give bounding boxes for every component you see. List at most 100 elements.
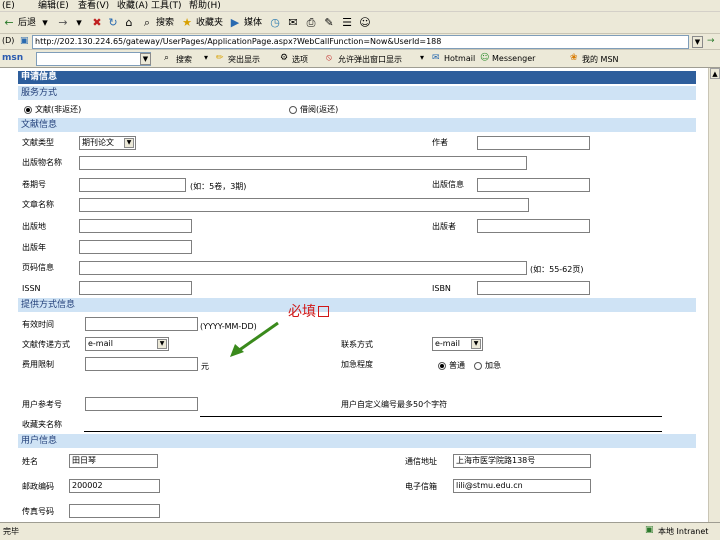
- fax-label: 传真号码: [22, 507, 54, 516]
- urgency-normal-radio[interactable]: [438, 362, 446, 370]
- ref-input[interactable]: [85, 397, 198, 411]
- name-input[interactable]: 田日琴: [69, 454, 158, 468]
- required-annotation: 必填: [288, 304, 316, 320]
- fav-input-underline[interactable]: [84, 431, 662, 432]
- back-label[interactable]: 后退: [18, 16, 36, 30]
- scroll-up-icon[interactable]: ▲: [710, 68, 720, 79]
- address-field-input[interactable]: 上海市医学院路138号: [453, 454, 591, 468]
- editor-input[interactable]: [79, 219, 192, 233]
- search-button[interactable]: 搜索: [156, 16, 174, 30]
- options-icon: ⚙: [280, 53, 289, 63]
- forward-dropdown-icon[interactable]: ▾: [72, 16, 86, 30]
- author-input[interactable]: [477, 136, 590, 150]
- volume-label: 卷期号: [22, 180, 46, 189]
- menu-view[interactable]: 查看(V): [78, 0, 109, 12]
- my-msn-icon: ❀: [570, 53, 578, 63]
- doc-type-select[interactable]: 期刊论文 ▼: [79, 136, 136, 150]
- contact-dropdown-icon[interactable]: ▼: [471, 339, 481, 349]
- status-text: 完毕: [3, 527, 19, 536]
- favorites-icon[interactable]: ★: [180, 16, 194, 30]
- print-icon[interactable]: ⎙: [304, 16, 318, 30]
- contact-value: e-mail: [435, 339, 460, 348]
- pub-info-label: 出版信息: [432, 180, 464, 189]
- stop-icon[interactable]: ✖: [90, 16, 104, 30]
- mail-icon[interactable]: ✉: [286, 16, 300, 30]
- popup-blocker-icon: ⦸: [326, 53, 332, 63]
- hotmail-icon: ✉: [432, 53, 440, 63]
- msn-search-dropdown-arrow-icon[interactable]: ▾: [204, 53, 208, 62]
- address-field-label: 通信地址: [405, 457, 437, 466]
- popup-dropdown-icon[interactable]: ▾: [420, 53, 424, 62]
- menu-tools[interactable]: 工具(T): [151, 0, 182, 12]
- fee-input[interactable]: [85, 357, 198, 371]
- messenger-icon[interactable]: ☺: [358, 16, 372, 30]
- doc-section-header: 文献信息: [18, 118, 696, 132]
- browser-toolbar: ← 后退 ▾ → ▾ ✖ ↻ ⌂ ⌕ 搜索 ★ 收藏夹 ▶ 媒体 ◷ ✉ ⎙ ✎…: [0, 12, 720, 34]
- publisher-input[interactable]: [477, 219, 590, 233]
- options-button[interactable]: 选项: [292, 54, 308, 65]
- menu-favorites[interactable]: 收藏(A): [117, 0, 148, 12]
- pub-title-input[interactable]: [79, 156, 527, 170]
- zip-input[interactable]: 200002: [69, 479, 160, 493]
- history-icon[interactable]: ◷: [268, 16, 282, 30]
- media-button[interactable]: 媒体: [244, 16, 262, 30]
- fee-label: 费用限制: [22, 360, 54, 369]
- msn-search-input[interactable]: [36, 52, 151, 66]
- year-label: 出版年: [22, 243, 46, 252]
- msn-search-dropdown-icon[interactable]: ▼: [140, 53, 151, 65]
- issn-input[interactable]: [79, 281, 192, 295]
- msn-search-button[interactable]: 搜索: [176, 54, 192, 65]
- messenger-link[interactable]: Messenger: [492, 54, 535, 63]
- doc-type-dropdown-icon[interactable]: ▼: [124, 138, 134, 148]
- transfer-dropdown-icon[interactable]: ▼: [157, 339, 167, 349]
- urgency-rush-label: 加急: [485, 361, 501, 370]
- article-title-input[interactable]: [79, 198, 529, 212]
- highlight-icon: ✏: [216, 53, 224, 63]
- address-input[interactable]: http://202.130.224.65/gateway/UserPages/…: [32, 35, 689, 49]
- address-bar: (D) ▣ http://202.130.224.65/gateway/User…: [0, 34, 720, 50]
- isbn-label: ISBN: [432, 284, 451, 293]
- edit-icon[interactable]: ✎: [322, 16, 336, 30]
- isbn-input[interactable]: [477, 281, 590, 295]
- back-dropdown-icon[interactable]: ▾: [38, 16, 52, 30]
- discuss-icon[interactable]: ☰: [340, 16, 354, 30]
- menu-file[interactable]: (E): [2, 0, 15, 12]
- back-arrow-icon[interactable]: ←: [2, 16, 16, 30]
- deadline-input[interactable]: [85, 317, 198, 331]
- popup-allow-button[interactable]: 允许弹出窗口显示: [338, 54, 402, 65]
- email-input[interactable]: lili@stmu.edu.cn: [453, 479, 591, 493]
- volume-input[interactable]: [79, 178, 186, 192]
- fax-input[interactable]: [69, 504, 160, 518]
- go-icon[interactable]: →: [707, 36, 715, 46]
- fee-unit: 元: [201, 362, 209, 371]
- links-bar: msn ▼ ⌕ 搜索 ▾ ✏ 突出显示 ⚙ 选项 ⦸ 允许弹出窗口显示 ▾ ✉ …: [0, 50, 720, 68]
- service-copy-radio[interactable]: [24, 106, 32, 114]
- service-loan-radio[interactable]: [289, 106, 297, 114]
- menu-help[interactable]: 帮助(H): [189, 0, 221, 12]
- highlight-button[interactable]: 突出显示: [228, 54, 260, 65]
- status-bar: 完毕 ▣ 本地 Intranet: [0, 522, 720, 540]
- media-icon[interactable]: ▶: [228, 16, 242, 30]
- menu-edit[interactable]: 编辑(E): [38, 0, 69, 12]
- transfer-select[interactable]: e-mail ▼: [85, 337, 169, 351]
- refresh-icon[interactable]: ↻: [106, 16, 120, 30]
- page-icon: ▣: [20, 36, 29, 46]
- contact-select[interactable]: e-mail ▼: [432, 337, 483, 351]
- my-msn-link[interactable]: 我的 MSN: [582, 54, 619, 65]
- search-icon[interactable]: ⌕: [140, 16, 154, 30]
- pub-info-input[interactable]: [477, 178, 590, 192]
- year-input[interactable]: [79, 240, 192, 254]
- delivery-section-header: 提供方式信息: [18, 298, 696, 312]
- address-dropdown-icon[interactable]: ▼: [692, 36, 703, 48]
- urgency-normal-label: 普通: [449, 361, 465, 370]
- msn-logo-icon: msn: [2, 53, 24, 63]
- ref-hint: 用户自定义编号最多50个字符: [341, 400, 448, 409]
- favorites-button[interactable]: 收藏夹: [196, 16, 223, 30]
- forward-arrow-icon[interactable]: →: [56, 16, 70, 30]
- home-icon[interactable]: ⌂: [122, 16, 136, 30]
- zone-text: 本地 Intranet: [658, 527, 709, 536]
- pages-input[interactable]: [79, 261, 527, 275]
- urgency-rush-radio[interactable]: [474, 362, 482, 370]
- vertical-scrollbar[interactable]: ▲: [708, 68, 720, 522]
- hotmail-link[interactable]: Hotmail: [444, 54, 475, 63]
